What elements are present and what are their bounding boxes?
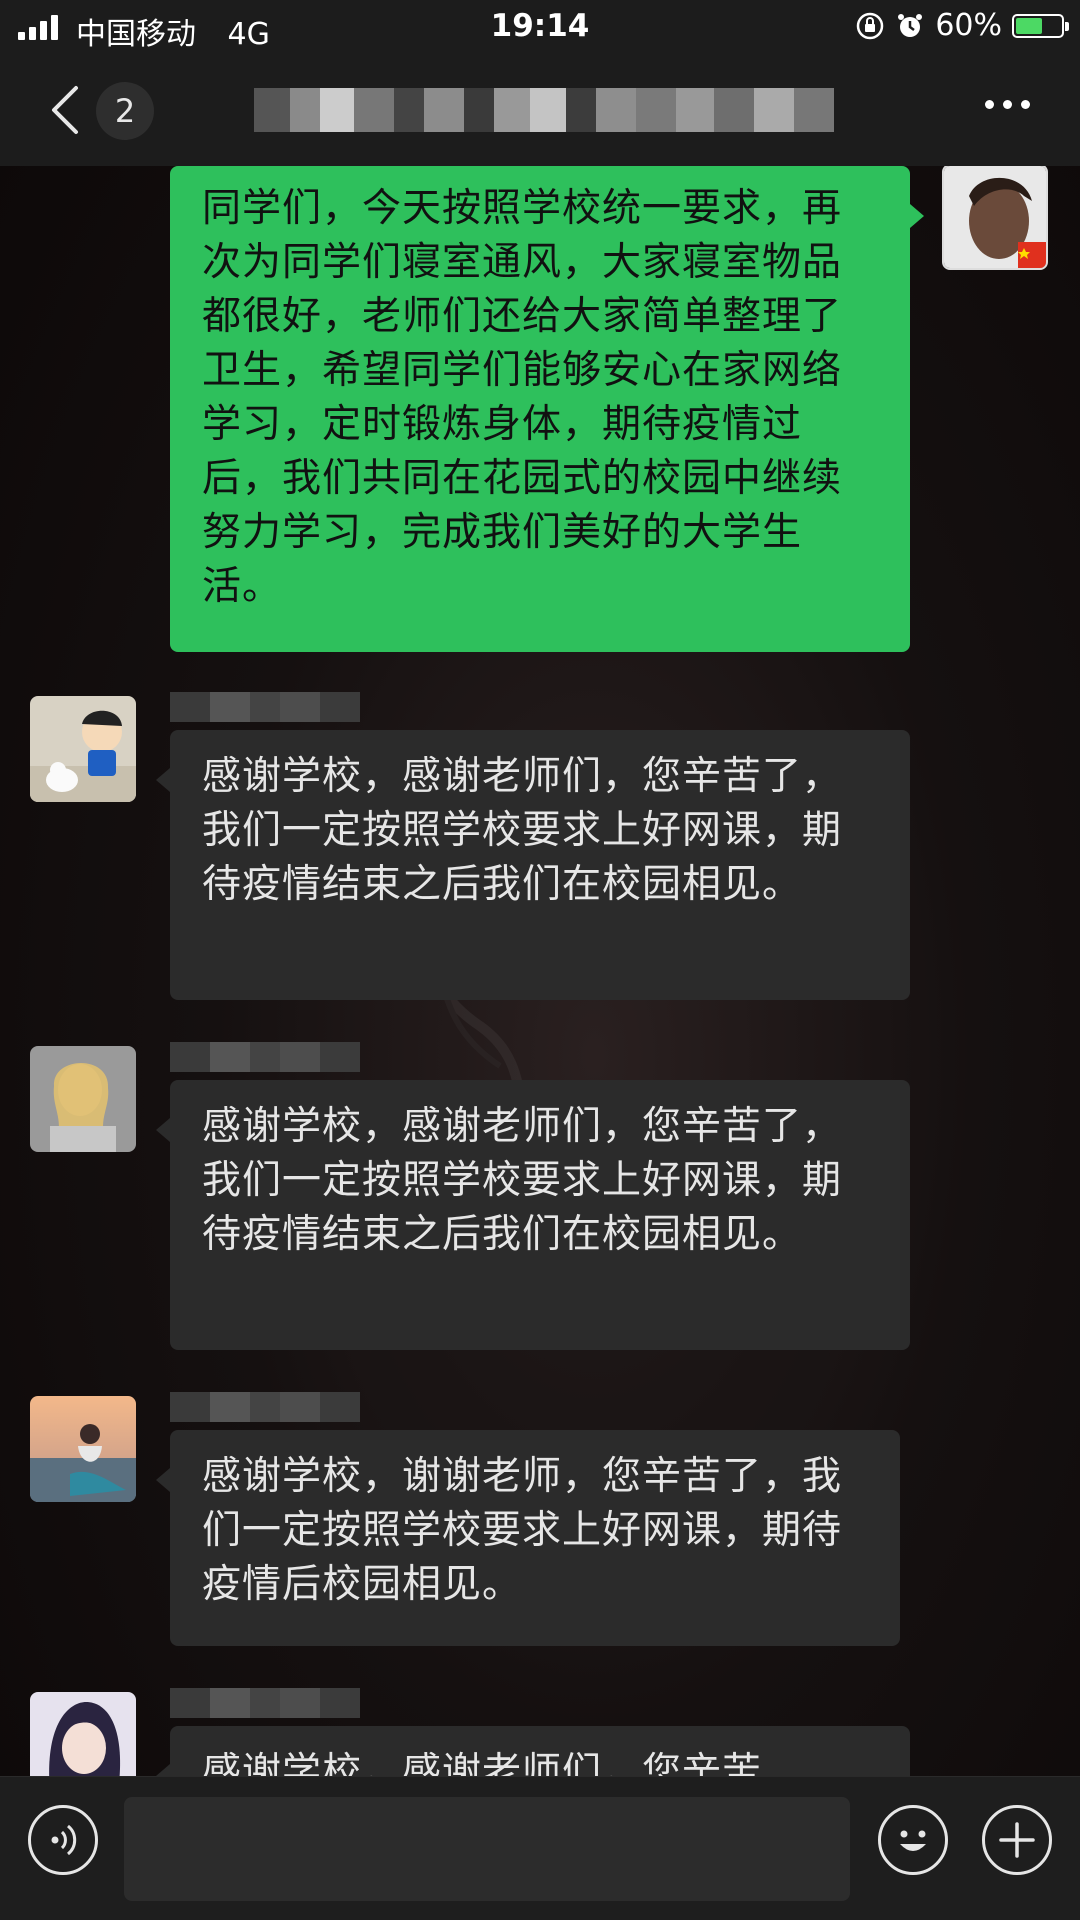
message-text: 感谢学校，感谢老师们，您辛苦了，我们一定按照学校要求上好网课，期待疫情结束之后我… <box>202 754 843 907</box>
more-dots-icon[interactable] <box>985 100 1030 109</box>
sunset-avatar-image <box>30 1396 136 1502</box>
photo-avatar-image <box>30 1046 136 1152</box>
my-avatar[interactable] <box>942 166 1048 270</box>
sender-name-blurred <box>170 1392 360 1422</box>
incoming-message-bubble[interactable]: 感谢学校，感谢老师们，您辛苦 <box>156 1726 910 1776</box>
plus-icon[interactable] <box>982 1805 1052 1875</box>
status-bar: 中国移动 4G 19:14 60% <box>0 0 1080 54</box>
outgoing-message-bubble[interactable]: 同学们，今天按照学校统一要求，再次为同学们寝室通风，大家寝室物品都很好，老师们还… <box>170 166 924 652</box>
anime-avatar-image <box>30 1692 136 1776</box>
alarm-icon <box>898 13 923 37</box>
portrait-image <box>944 166 1046 268</box>
message-text: 感谢学校，感谢老师们，您辛苦了，我们一定按照学校要求上好网课，期待疫情结束之后我… <box>202 1104 843 1257</box>
incoming-message-bubble[interactable]: 感谢学校，谢谢老师，您辛苦了，我们一定按照学校要求上好网课，期待疫情后校园相见。 <box>156 1430 900 1646</box>
emoji-icon[interactable] <box>878 1805 948 1875</box>
unread-count-badge[interactable]: 2 <box>96 82 154 140</box>
nav-bar: 2 <box>0 54 1080 166</box>
voice-icon[interactable] <box>28 1805 98 1875</box>
sender-avatar[interactable] <box>30 696 136 802</box>
chat-title-blurred <box>254 88 834 132</box>
sender-avatar[interactable] <box>30 1692 136 1776</box>
battery-icon <box>1012 13 1069 38</box>
sender-name-blurred <box>170 1042 360 1072</box>
chat-screen: 中国移动 4G 19:14 60% 2 同学们，今天按照学校统一要求，再次为同学… <box>0 0 1080 1920</box>
message-text: 感谢学校，感谢老师们，您辛苦 <box>202 1750 763 1776</box>
rotation-lock-icon <box>857 12 884 39</box>
sender-avatar[interactable] <box>30 1046 136 1152</box>
sender-name-blurred <box>170 692 360 722</box>
incoming-message-bubble[interactable]: 感谢学校，感谢老师们，您辛苦了，我们一定按照学校要求上好网课，期待疫情结束之后我… <box>156 1080 910 1350</box>
cartoon-avatar-image <box>30 696 136 802</box>
status-indicators: 60% <box>855 8 1069 43</box>
message-list[interactable]: 同学们，今天按照学校统一要求，再次为同学们寝室通风，大家寝室物品都很好，老师们还… <box>0 166 1080 1776</box>
message-text: 感谢学校，谢谢老师，您辛苦了，我们一定按照学校要求上好网课，期待疫情后校园相见。 <box>202 1454 843 1607</box>
input-bar <box>0 1776 1080 1920</box>
battery-percent: 60% <box>935 8 1002 43</box>
back-icon[interactable] <box>46 84 86 136</box>
sender-avatar[interactable] <box>30 1396 136 1502</box>
message-input[interactable] <box>124 1797 850 1901</box>
sender-name-blurred <box>170 1688 360 1718</box>
message-text: 同学们，今天按照学校统一要求，再次为同学们寝室通风，大家寝室物品都很好，老师们还… <box>202 186 843 609</box>
incoming-message-bubble[interactable]: 感谢学校，感谢老师们，您辛苦了，我们一定按照学校要求上好网课，期待疫情结束之后我… <box>156 730 910 1000</box>
